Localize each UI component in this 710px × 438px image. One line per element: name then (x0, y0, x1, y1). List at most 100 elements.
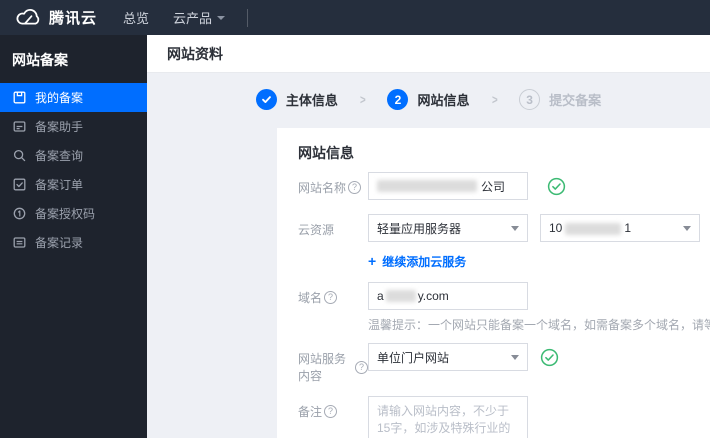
step-subject-info: 主体信息 (255, 89, 338, 110)
remark-textarea[interactable] (368, 396, 528, 438)
bookmark-icon (13, 91, 26, 104)
brand-name: 腾讯云 (49, 10, 98, 27)
add-service-row: + 继续添加云服务 (298, 248, 710, 269)
record-doc-icon (13, 236, 26, 249)
valid-check-icon (547, 177, 566, 196)
label-text: 网站服务内容 (298, 352, 347, 383)
step-label: 网站信息 (417, 93, 470, 108)
domain-tip: 温馨提示：一个网站只能备案一个域名，如需备案多个域名，请等此次提交完成后进 (368, 318, 710, 332)
add-cloud-service-link[interactable]: + 继续添加云服务 (368, 253, 467, 269)
service-content-row: 网站服务内容 单位门户网站 (298, 343, 710, 384)
domain-input[interactable]: a y.com (368, 282, 528, 310)
topbar: 腾讯云 总览 云产品 (0, 0, 710, 35)
label-text: 网站名称 (298, 181, 347, 195)
redacted-text (565, 222, 622, 235)
chevron-down-icon (511, 354, 519, 360)
resource-instance-value: 10 1 (549, 221, 631, 235)
help-icon[interactable] (324, 291, 338, 304)
domain-prefix: a (377, 289, 384, 303)
chevron-right-icon: > (491, 92, 498, 107)
remark-row: 备注 (298, 396, 710, 438)
step-done-circle (255, 89, 277, 110)
service-content-select[interactable]: 单位门户网站 (368, 343, 528, 371)
nav-overview[interactable]: 总览 (123, 8, 149, 27)
website-name-row: 网站名称 公司 (298, 172, 710, 200)
resource-type-select[interactable]: 轻量应用服务器 (368, 214, 528, 242)
domain-row: 域名 a y.com 温馨提示：一个网站只能备案一个域名，如需备案多个域名，请等… (298, 282, 710, 343)
search-icon (13, 149, 26, 162)
sidebar-item-label: 备案助手 (35, 120, 84, 134)
domain-label: 域名 (298, 282, 368, 306)
step-submit-filing: 3 提交备案 (519, 89, 601, 110)
sidebar-item-label: 备案订单 (35, 178, 84, 192)
chevron-down-icon (217, 15, 226, 20)
cloud-resource-row: 云资源 轻量应用服务器 10 1 (298, 214, 710, 242)
remark-label: 备注 (298, 396, 368, 420)
website-name-input[interactable]: 公司 (368, 172, 528, 200)
sidebar-item-auth-code[interactable]: 备案授权码 (0, 199, 147, 228)
valid-check-icon (540, 348, 559, 367)
page-header: 网站资料 (147, 35, 710, 73)
step-label: 提交备案 (549, 93, 602, 108)
check-icon (261, 96, 271, 103)
cloud-logo-icon (14, 8, 42, 27)
service-content-control: 单位门户网站 (368, 343, 559, 371)
step-label: 主体信息 (285, 93, 338, 108)
help-icon[interactable] (324, 405, 338, 418)
nav-overview-label: 总览 (123, 11, 150, 26)
remark-control (368, 396, 528, 438)
chevron-down-icon (511, 225, 519, 231)
order-check-icon (13, 178, 26, 191)
nav-cloud-products-label: 云产品 (173, 11, 213, 26)
step-pending-circle: 3 (519, 89, 541, 110)
sidebar-item-label: 我的备案 (35, 91, 84, 105)
tencent-cloud-logo[interactable]: 腾讯云 (14, 7, 97, 28)
nav-cloud-products[interactable]: 云产品 (173, 8, 226, 27)
sidebar-item-filing-query[interactable]: 备案查询 (0, 141, 147, 170)
auth-code-icon (13, 207, 26, 220)
sidebar-item-filing-records[interactable]: 备案记录 (0, 228, 147, 257)
instance-suffix: 1 (624, 221, 632, 235)
step-website-info: 2 网站信息 (387, 89, 470, 110)
sidebar-item-filing-orders[interactable]: 备案订单 (0, 170, 147, 199)
service-content-value: 单位门户网站 (377, 350, 450, 365)
cloud-resource-control: 轻量应用服务器 10 1 (368, 214, 700, 242)
help-icon[interactable] (348, 181, 362, 194)
website-name-label: 网站名称 (298, 172, 368, 196)
redacted-text (377, 180, 477, 192)
website-info-panel: 网站信息 网站名称 公司 云资源 轻量应用 (277, 128, 710, 438)
sidebar-item-label: 备案授权码 (35, 207, 96, 221)
resource-instance-select[interactable]: 10 1 (540, 214, 700, 242)
label-text: 备注 (298, 405, 323, 419)
add-cloud-service-label: 继续添加云服务 (382, 254, 467, 269)
step-active-circle: 2 (387, 89, 409, 110)
domain-control: a y.com 温馨提示：一个网站只能备案一个域名，如需备案多个域名，请等此次提… (368, 282, 710, 343)
sidebar: 网站备案 我的备案 备案助手 备案查询 备案订单 备案授权码 备案记录 (0, 35, 147, 438)
domain-suffix: y.com (417, 289, 449, 303)
sidebar-item-label: 备案记录 (35, 236, 84, 250)
instance-prefix: 10 (549, 221, 563, 235)
section-title: 网站信息 (298, 145, 354, 161)
assistant-doc-icon (13, 120, 26, 133)
step-indicator: 主体信息 > 2 网站信息 > 3 提交备案 (147, 73, 710, 110)
sidebar-item-my-filings[interactable]: 我的备案 (0, 83, 147, 112)
label-text: 域名 (298, 291, 323, 305)
page-title: 网站资料 (167, 45, 223, 62)
chevron-right-icon: > (359, 92, 366, 107)
help-icon[interactable] (355, 360, 368, 374)
website-name-control: 公司 (368, 172, 566, 200)
chevron-down-icon (683, 225, 691, 231)
content-area: 主体信息 > 2 网站信息 > 3 提交备案 网站信息 网站名称 公司 (147, 73, 710, 438)
website-name-suffix: 公司 (481, 179, 506, 194)
sidebar-item-filing-assistant[interactable]: 备案助手 (0, 112, 147, 141)
service-content-label: 网站服务内容 (298, 343, 368, 384)
topbar-divider (247, 8, 249, 27)
sidebar-title: 网站备案 (12, 52, 68, 68)
label-text: 云资源 (298, 223, 335, 237)
spacer-label (298, 248, 368, 255)
sidebar-item-label: 备案查询 (35, 149, 84, 163)
plus-icon: + (368, 253, 377, 269)
resource-type-value: 轻量应用服务器 (377, 221, 462, 236)
top-nav: 总览 云产品 (123, 8, 226, 27)
cloud-resource-label: 云资源 (298, 214, 368, 238)
